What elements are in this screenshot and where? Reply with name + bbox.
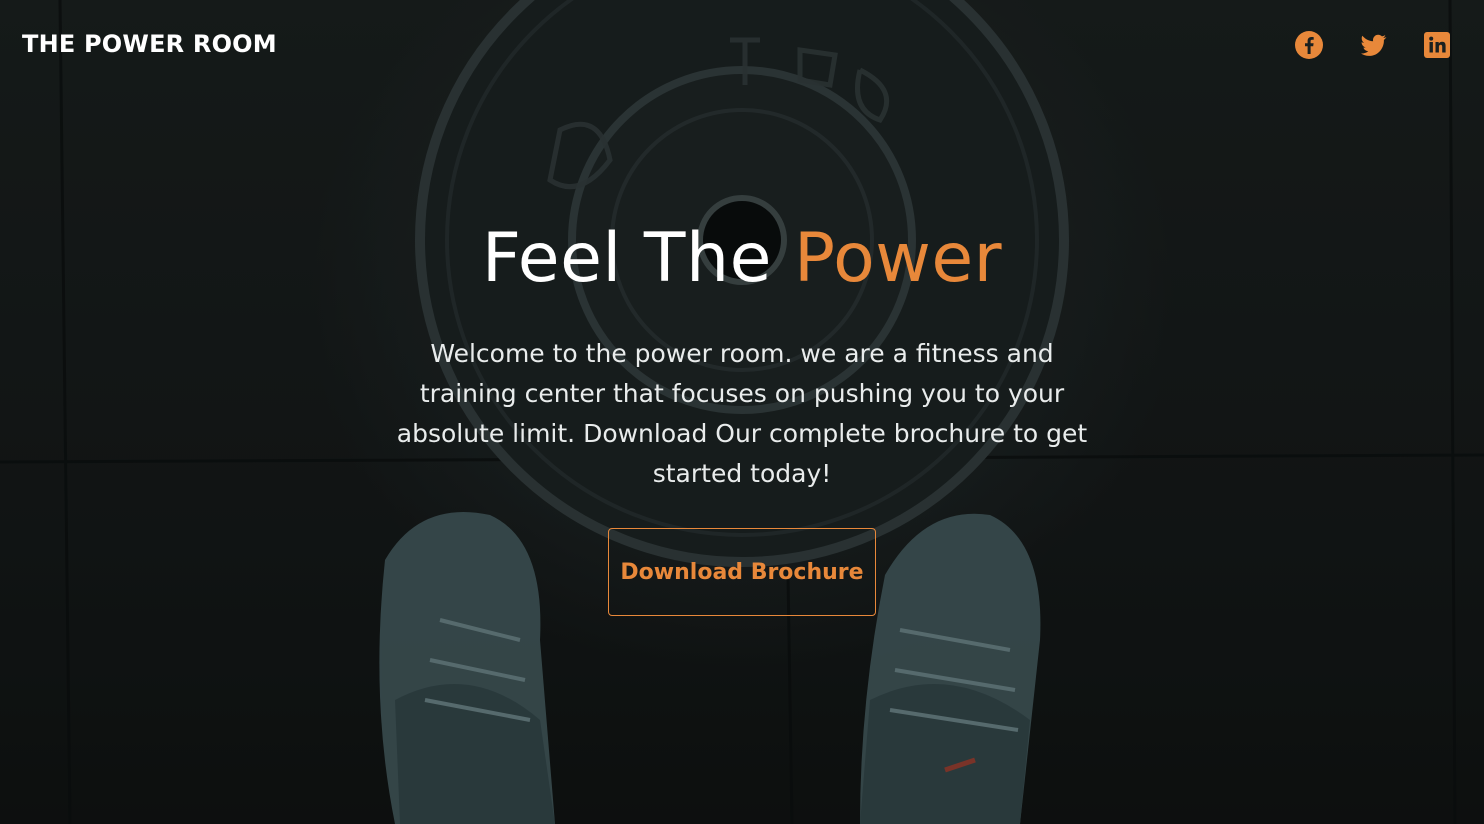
twitter-icon: [1361, 34, 1387, 56]
headline-main-text: Feel The: [481, 219, 795, 298]
facebook-icon: [1295, 31, 1323, 59]
twitter-link[interactable]: [1358, 30, 1388, 60]
facebook-link[interactable]: [1294, 30, 1324, 60]
hero-content: Feel The Power Welcome to the power room…: [0, 218, 1484, 616]
social-links: [1294, 30, 1452, 60]
linkedin-icon: [1424, 32, 1450, 58]
hero-headline: Feel The Power: [482, 218, 1002, 300]
linkedin-link[interactable]: [1422, 30, 1452, 60]
headline-accent-text: Power: [794, 219, 1003, 298]
download-brochure-button[interactable]: Download Brochure: [608, 528, 876, 616]
hero-description: Welcome to the power room. we are a fitn…: [396, 339, 1088, 488]
top-navbar: THE POWER ROOM: [0, 0, 1484, 90]
brand-logo-text[interactable]: THE POWER ROOM: [22, 30, 277, 58]
